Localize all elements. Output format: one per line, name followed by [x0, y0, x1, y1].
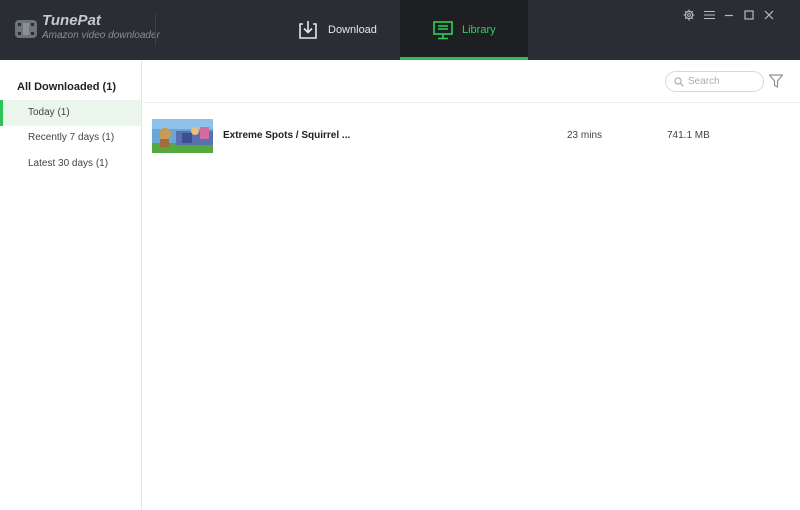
- close-button[interactable]: [762, 8, 776, 22]
- video-thumbnail: [152, 119, 213, 153]
- gear-icon: [683, 9, 695, 21]
- video-duration: 23 mins: [567, 130, 603, 141]
- minimize-button[interactable]: [722, 8, 736, 22]
- sidebar-item-label: Recently 7 days (1): [28, 132, 115, 143]
- maximize-icon: [744, 10, 754, 20]
- sidebar-title[interactable]: All Downloaded (1): [17, 81, 116, 93]
- search-icon: [674, 76, 684, 87]
- title-divider: [155, 14, 156, 46]
- sidebar-item-label: Latest 30 days (1): [28, 158, 109, 169]
- video-size: 741.1 MB: [667, 130, 710, 141]
- sidebar: All Downloaded (1) Today (1) Recently 7 …: [0, 60, 142, 510]
- window-controls: [676, 8, 776, 22]
- minimize-icon: [725, 14, 733, 17]
- search-box[interactable]: [665, 71, 764, 92]
- app-logo-icon: [15, 20, 37, 38]
- search-input[interactable]: [688, 76, 758, 87]
- menu-icon: [703, 10, 715, 20]
- sidebar-item-today[interactable]: Today (1): [0, 100, 141, 126]
- tab-download-label: Download: [328, 24, 377, 36]
- menu-button[interactable]: [702, 8, 716, 22]
- settings-button[interactable]: [682, 8, 696, 22]
- sidebar-item-recent-7-days[interactable]: Recently 7 days (1): [0, 125, 141, 151]
- tab-download[interactable]: Download: [282, 0, 400, 60]
- maximize-button[interactable]: [742, 8, 756, 22]
- toolbar: [143, 60, 800, 103]
- tab-library-label: Library: [462, 24, 496, 36]
- filter-icon[interactable]: [768, 73, 784, 89]
- tab-library[interactable]: Library: [400, 0, 528, 60]
- app-name: TunePat: [42, 12, 101, 29]
- sidebar-active-indicator: [0, 100, 3, 126]
- app-subtitle: Amazon video downloader: [42, 30, 160, 41]
- monitor-icon: [433, 21, 453, 40]
- download-icon: [299, 21, 317, 39]
- video-row[interactable]: Extreme Spots / Squirrel ... 23 mins 741…: [143, 114, 800, 156]
- title-bar: TunePat Amazon video downloader Download…: [0, 0, 800, 60]
- sidebar-item-latest-30-days[interactable]: Latest 30 days (1): [0, 151, 141, 177]
- video-title: Extreme Spots / Squirrel ...: [223, 130, 351, 141]
- sidebar-item-label: Today (1): [28, 107, 70, 118]
- close-icon: [764, 10, 774, 20]
